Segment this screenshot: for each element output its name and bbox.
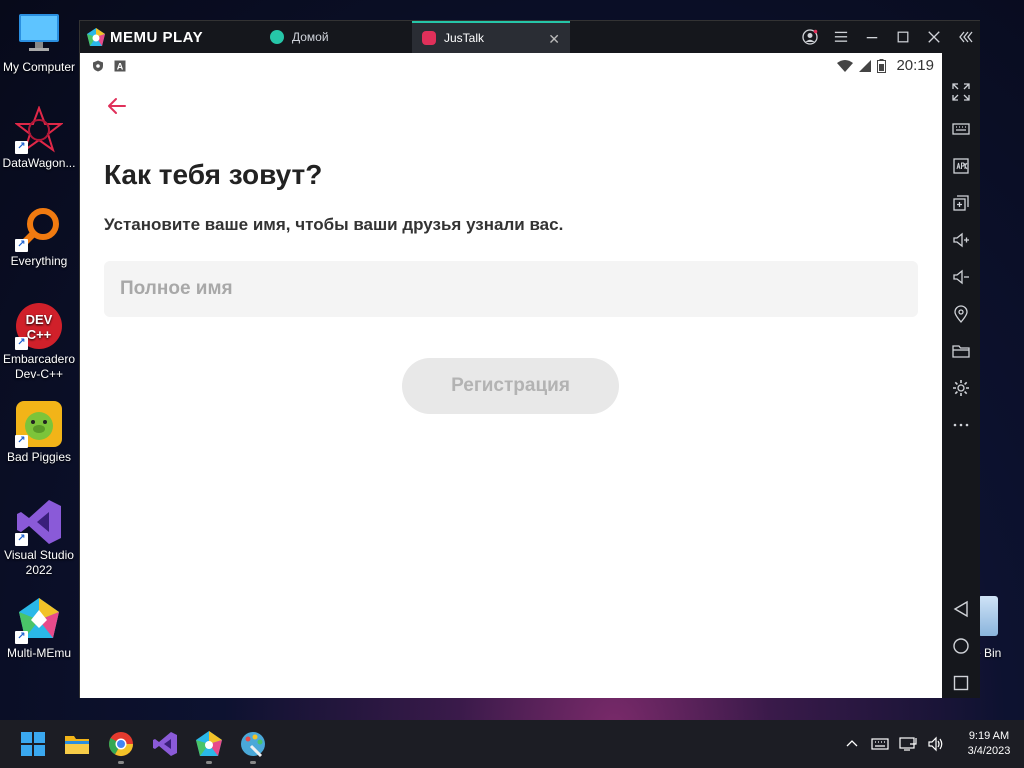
desktop-icon-bad-piggies[interactable]: ↗ Bad Piggies [0, 400, 78, 465]
location-icon[interactable] [942, 299, 980, 329]
desktop-icon-label: Visual Studio 2022 [4, 548, 74, 577]
taskbar-date: 3/4/2023 [967, 745, 1011, 757]
monitor-icon [15, 10, 63, 58]
android-screen: A 20:19 Как тебя зовут? Установите ваше … [80, 53, 942, 698]
visual-studio-icon: ↗ [15, 498, 63, 546]
desktop-icon-my-computer[interactable]: My Computer [0, 10, 78, 75]
memu-window: MEMU PLAY Домой JusTalk ✕ A 20:19 Как те… [79, 20, 980, 698]
desktop-icon-label: Bad Piggies [6, 450, 72, 464]
file-explorer-icon[interactable] [63, 730, 91, 758]
network-icon[interactable] [894, 720, 922, 768]
recycle-bin-icon [978, 596, 998, 636]
bad-piggies-icon: ↗ [15, 400, 63, 448]
account-icon[interactable] [794, 21, 825, 53]
everything-search-icon: ↗ [15, 204, 63, 252]
keyboard-icon[interactable] [942, 114, 980, 144]
desktop-icon-recycle-bin[interactable]: e Bin [974, 596, 1024, 666]
shortcut-arrow-icon: ↗ [15, 141, 28, 154]
running-indicator [250, 761, 256, 764]
desktop-icon-label: Embarcadero Dev-C++ [2, 352, 76, 381]
collapse-sidebar-icon[interactable] [949, 21, 980, 53]
svg-text:C++: C++ [27, 327, 52, 342]
memu-logo: MEMU PLAY [80, 21, 260, 53]
volume-up-icon[interactable] [942, 225, 980, 255]
memu-logo-icon [86, 27, 106, 47]
window-controls [794, 21, 980, 53]
desktop-icon-multi-memu[interactable]: ↗ Multi-MEmu [0, 596, 78, 661]
memu-taskbar-icon[interactable] [195, 730, 223, 764]
desktop-icon-datawagon[interactable]: ↗ DataWagon... [0, 105, 78, 171]
tab-home[interactable]: Домой [260, 21, 412, 53]
system-tray: 9:19 AM 3/4/2023 [838, 720, 1024, 768]
shortcut-arrow-icon: ↗ [15, 631, 28, 644]
battery-icon [877, 59, 887, 73]
tab-justalk[interactable]: JusTalk ✕ [412, 21, 570, 53]
desktop-icon-visual-studio[interactable]: ↗ Visual Studio 2022 [0, 498, 78, 578]
running-indicator [206, 761, 212, 764]
taskbar-time: 9:19 AM [968, 730, 1010, 742]
minimize-icon[interactable] [856, 21, 887, 53]
tab-label: JusTalk [444, 31, 485, 45]
svg-text:A: A [117, 62, 124, 72]
multi-window-icon[interactable] [942, 188, 980, 218]
maximize-icon[interactable] [887, 21, 918, 53]
android-recents-icon[interactable] [942, 668, 980, 698]
memu-brand: MEMU PLAY [110, 28, 204, 46]
desktop-icon-label: My Computer [2, 60, 76, 74]
android-clock: 20:19 [896, 56, 934, 74]
devcpp-icon: DEV C++ ↗ [15, 302, 63, 350]
windows-taskbar: 9:19 AM 3/4/2023 [0, 720, 1024, 768]
menu-icon[interactable] [825, 21, 856, 53]
fullscreen-icon[interactable] [942, 77, 980, 107]
register-button[interactable]: Регистрация [402, 358, 619, 414]
chevron-up-icon[interactable] [838, 720, 866, 768]
taskbar-clock[interactable]: 9:19 AM 3/4/2023 [954, 729, 1024, 759]
desktop-icon-devcpp[interactable]: DEV C++ ↗ Embarcadero Dev-C++ [0, 302, 78, 382]
svg-text:DEV: DEV [26, 312, 53, 327]
volume-down-icon[interactable] [942, 262, 980, 292]
folder-icon[interactable] [942, 336, 980, 366]
android-home-icon[interactable] [942, 631, 980, 661]
datawagon-icon: ↗ [14, 105, 64, 154]
running-indicator [118, 761, 124, 764]
page-subtitle: Установите ваше имя, чтобы ваши друзья у… [104, 215, 564, 234]
shortcut-arrow-icon: ↗ [15, 435, 28, 448]
shortcut-arrow-icon: ↗ [15, 337, 28, 350]
close-window-icon[interactable] [918, 21, 949, 53]
visual-studio-taskbar-icon[interactable] [151, 730, 179, 758]
apk-install-icon[interactable] [942, 151, 980, 181]
shield-icon [92, 59, 104, 72]
home-tab-icon [270, 30, 284, 44]
memu-sidebar [942, 53, 980, 698]
title-bar: MEMU PLAY Домой JusTalk ✕ [80, 21, 980, 53]
more-options-icon[interactable] [942, 410, 980, 440]
desktop-icon-label: Multi-MEmu [6, 646, 71, 660]
justalk-tab-icon [422, 31, 436, 45]
signal-icon [859, 59, 872, 72]
back-arrow-icon[interactable] [106, 95, 128, 117]
keyboard-a-icon: A [114, 59, 126, 72]
chrome-icon[interactable] [107, 730, 135, 764]
windows-start-icon[interactable] [19, 730, 47, 758]
desktop-icon-label: Everything [10, 254, 68, 268]
speaker-icon[interactable] [922, 720, 950, 768]
tab-label: Домой [292, 30, 329, 44]
shortcut-arrow-icon: ↗ [15, 533, 28, 546]
keyboard-tray-icon[interactable] [866, 720, 894, 768]
desktop-icon-label: DataWagon... [2, 156, 76, 170]
paint-app-icon[interactable] [239, 730, 267, 764]
page-title: Как тебя зовут? [104, 159, 323, 190]
shortcut-arrow-icon: ↗ [15, 239, 28, 252]
close-tab-icon[interactable]: ✕ [548, 31, 560, 48]
multi-memu-icon: ↗ [15, 596, 63, 644]
android-back-icon[interactable] [942, 594, 980, 624]
wifi-icon [837, 59, 854, 72]
desktop-icon-everything[interactable]: ↗ Everything [0, 204, 78, 269]
settings-gear-icon[interactable] [942, 373, 980, 403]
full-name-input[interactable] [104, 261, 918, 317]
android-status-bar: A 20:19 [80, 53, 942, 77]
